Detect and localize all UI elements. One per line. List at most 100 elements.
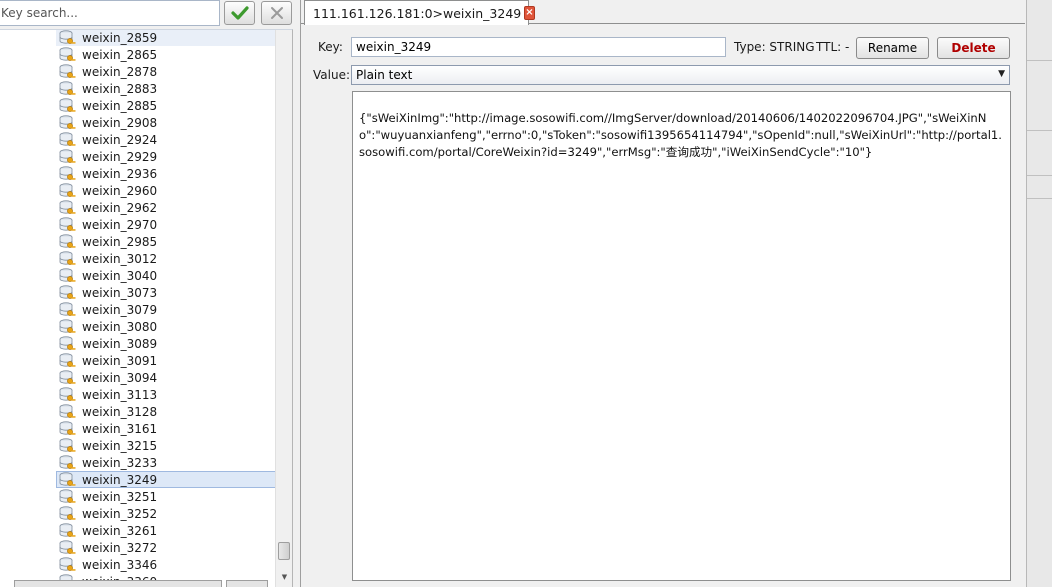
tree-key-item[interactable]: weixin_2865 (56, 46, 277, 63)
tree-key-item[interactable]: weixin_3089 (56, 335, 277, 352)
key-search-input[interactable] (0, 0, 220, 26)
database-key-icon (59, 420, 76, 435)
tree-key-item[interactable]: weixin_2985 (56, 233, 277, 250)
tree-key-item[interactable]: weixin_2878 (56, 63, 277, 80)
database-key-icon (59, 182, 76, 197)
database-key-icon (59, 63, 76, 78)
value-format-select[interactable]: Plain text ▼ (351, 65, 1010, 85)
tree-key-label: weixin_2908 (82, 115, 158, 130)
tree-key-item[interactable]: weixin_3091 (56, 352, 277, 369)
tree-key-item[interactable]: weixin_2962 (56, 199, 277, 216)
database-key-icon (59, 556, 76, 571)
tree-key-label: weixin_3252 (82, 506, 158, 521)
tree-key-item[interactable]: weixin_3215 (56, 437, 277, 454)
database-key-icon (59, 488, 76, 503)
database-key-icon (59, 165, 76, 180)
tree-key-item[interactable]: weixin_2908 (56, 114, 277, 131)
horizontal-scrollbar-secondary[interactable] (226, 580, 268, 587)
tree-key-label: weixin_3161 (82, 421, 158, 436)
database-key-icon (59, 267, 76, 282)
tree-key-label: weixin_2883 (82, 81, 158, 96)
tree-key-item[interactable]: weixin_3128 (56, 403, 277, 420)
key-tree: weixin_2859 weixin_2865 weixin_2878 weixin_… (0, 29, 293, 587)
database-key-icon (59, 97, 76, 112)
key-name-field[interactable] (351, 37, 726, 57)
checkmark-icon (230, 6, 249, 20)
tree-key-label: weixin_3251 (82, 489, 158, 504)
tree-key-label: weixin_3261 (82, 523, 158, 538)
database-key-icon (59, 131, 76, 146)
tree-key-item[interactable]: weixin_3040 (56, 267, 277, 284)
tree-key-label: weixin_2865 (82, 47, 158, 62)
value-text-area[interactable]: {"sWeiXinImg":"http://image.sosowifi.com… (352, 91, 1011, 581)
scroll-down-arrow-icon[interactable]: ▼ (279, 572, 290, 582)
tree-key-item[interactable]: weixin_2883 (56, 80, 277, 97)
tree-key-item[interactable]: weixin_2859 (56, 30, 277, 46)
rename-button[interactable]: Rename (856, 37, 929, 59)
tree-key-item[interactable]: weixin_3249 (56, 471, 277, 488)
tree-key-item[interactable]: weixin_3080 (56, 318, 277, 335)
database-key-icon (59, 30, 76, 44)
database-key-icon (59, 148, 76, 163)
tree-key-item[interactable]: weixin_3261 (56, 522, 277, 539)
tree-key-item[interactable]: weixin_2924 (56, 131, 277, 148)
tree-vertical-scrollbar[interactable]: ▼ (275, 30, 292, 587)
tree-key-item[interactable]: weixin_3073 (56, 284, 277, 301)
tree-key-label: weixin_3272 (82, 540, 158, 555)
apply-filter-button[interactable] (224, 1, 255, 25)
database-key-icon (59, 335, 76, 350)
tree-key-label: weixin_3346 (82, 557, 158, 572)
tree-key-item[interactable]: weixin_3251 (56, 488, 277, 505)
tree-key-item[interactable]: weixin_3161 (56, 420, 277, 437)
tree-key-label: weixin_3215 (82, 438, 158, 453)
tree-key-label: weixin_3249 (82, 472, 158, 487)
tree-key-label: weixin_3012 (82, 251, 158, 266)
ttl-label: TTL: - (816, 40, 850, 54)
tree-key-label: weixin_2885 (82, 98, 158, 113)
scrollbar-thumb[interactable] (278, 542, 290, 560)
tab-key-editor[interactable]: 111.161.126.181:0>weixin_3249 × (304, 0, 535, 25)
tree-key-item[interactable]: weixin_2929 (56, 148, 277, 165)
tree-key-item[interactable]: weixin_3346 (56, 556, 277, 573)
tree-key-label: weixin_3080 (82, 319, 158, 334)
tab-close-icon[interactable]: × (524, 6, 535, 20)
tree-key-label: weixin_3094 (82, 370, 158, 385)
database-key-icon (59, 437, 76, 452)
tree-key-item[interactable]: weixin_2960 (56, 182, 277, 199)
tree-key-item[interactable]: weixin_3113 (56, 386, 277, 403)
tree-key-item[interactable]: weixin_3233 (56, 454, 277, 471)
clear-filter-button[interactable] (261, 1, 292, 25)
tree-key-item[interactable]: weixin_2936 (56, 165, 277, 182)
edge-divider (1027, 175, 1052, 176)
tree-key-item[interactable]: weixin_3094 (56, 369, 277, 386)
tree-key-item[interactable]: weixin_3012 (56, 250, 277, 267)
tab-bar: 111.161.126.181:0>weixin_3249 × (301, 0, 1025, 25)
database-key-icon (59, 352, 76, 367)
database-key-icon (59, 454, 76, 469)
database-key-icon (59, 301, 76, 316)
key-browser-panel: weixin_2859 weixin_2865 weixin_2878 weixin_… (0, 0, 296, 587)
tree-key-item[interactable]: weixin_3272 (56, 539, 277, 556)
database-key-icon (59, 46, 76, 61)
tree-key-item[interactable]: weixin_2970 (56, 216, 277, 233)
tree-key-label: weixin_2936 (82, 166, 158, 181)
type-label: Type: STRING (734, 40, 815, 54)
tree-key-item[interactable]: weixin_3079 (56, 301, 277, 318)
dropdown-arrow-icon: ▼ (998, 69, 1005, 79)
database-key-icon (59, 386, 76, 401)
tree-key-item[interactable]: weixin_3252 (56, 505, 277, 522)
database-key-icon (59, 539, 76, 554)
edge-divider (1027, 130, 1052, 131)
tree-key-label: weixin_2962 (82, 200, 158, 215)
value-format-selected: Plain text (356, 68, 413, 82)
tree-key-item[interactable]: weixin_2885 (56, 97, 277, 114)
tree-key-label: weixin_2985 (82, 234, 158, 249)
tree-key-label: weixin_2960 (82, 183, 158, 198)
delete-button[interactable]: Delete (937, 37, 1010, 59)
tree-key-label: weixin_3091 (82, 353, 158, 368)
database-key-icon (59, 233, 76, 248)
database-key-icon (59, 369, 76, 384)
horizontal-scrollbar[interactable] (14, 580, 222, 587)
tree-key-label: weixin_3128 (82, 404, 158, 419)
tree-key-label: weixin_3089 (82, 336, 158, 351)
